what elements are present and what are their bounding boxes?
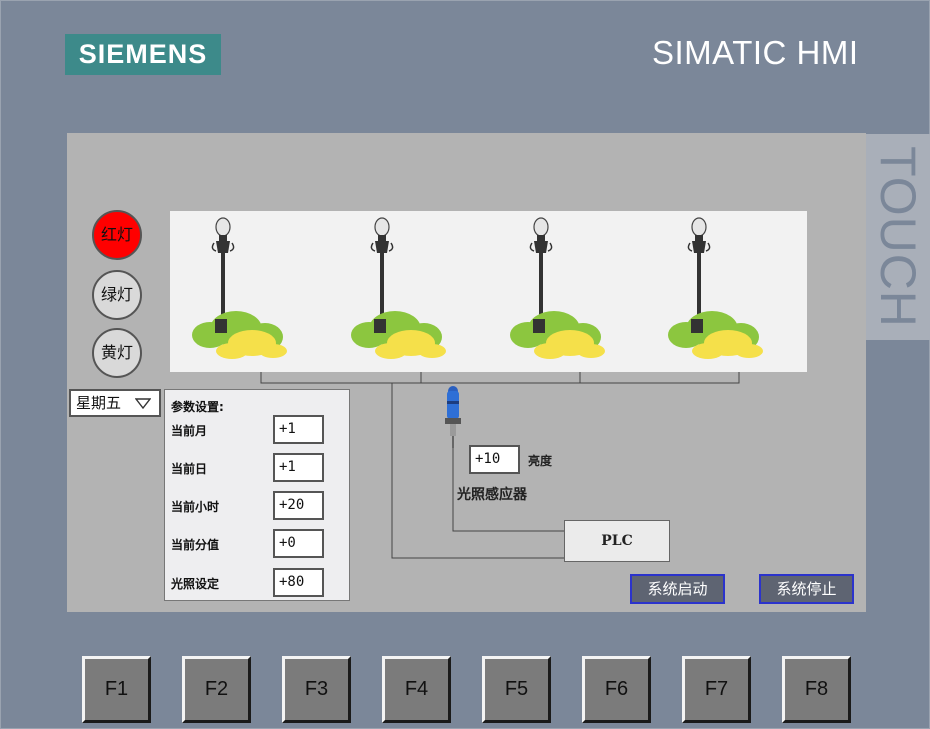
weekday-value: 星期五 bbox=[76, 394, 122, 412]
f4-key[interactable]: F4 bbox=[382, 656, 451, 723]
siemens-logo: SIEMENS bbox=[65, 34, 221, 75]
param-field-light[interactable]: +80 bbox=[273, 568, 324, 597]
yellow-lamp-button[interactable]: 黄灯 bbox=[92, 328, 142, 378]
f2-key[interactable]: F2 bbox=[182, 656, 251, 723]
system-start-button[interactable]: 系统启动 bbox=[630, 574, 725, 604]
plc-box: PLC bbox=[564, 520, 670, 562]
touch-label-panel: TOUCH bbox=[866, 134, 930, 340]
param-field-hour[interactable]: +20 bbox=[273, 491, 324, 520]
system-stop-button[interactable]: 系统停止 bbox=[759, 574, 854, 604]
param-label-light: 光照设定 bbox=[171, 577, 220, 591]
params-title: 参数设置: bbox=[171, 400, 224, 414]
streetlight-scene bbox=[170, 211, 807, 372]
param-label-hour: 当前小时 bbox=[171, 500, 220, 514]
streetlight-3 bbox=[509, 217, 606, 360]
streetlights-illustration bbox=[191, 217, 764, 360]
hmi-screen: 红灯 绿灯 黄灯 星期五 参数设置: 当前月 +1 当前日 +1 当前小时 +2… bbox=[67, 133, 866, 612]
streetlight-4 bbox=[667, 217, 764, 360]
chevron-down-icon bbox=[135, 398, 151, 409]
red-lamp-button[interactable]: 红灯 bbox=[92, 210, 142, 260]
light-sensor-icon bbox=[445, 386, 461, 448]
brightness-field[interactable]: +10 bbox=[469, 445, 520, 474]
param-label-month: 当前月 bbox=[171, 424, 208, 438]
param-field-day[interactable]: +1 bbox=[273, 453, 324, 482]
brightness-label: 亮度 bbox=[528, 454, 553, 468]
touch-label: TOUCH bbox=[870, 146, 926, 328]
f6-key[interactable]: F6 bbox=[582, 656, 651, 723]
weekday-dropdown[interactable]: 星期五 bbox=[69, 389, 161, 417]
streetlight-2 bbox=[350, 217, 447, 360]
f5-key[interactable]: F5 bbox=[482, 656, 551, 723]
streetlight-1 bbox=[191, 217, 288, 360]
green-lamp-button[interactable]: 绿灯 bbox=[92, 270, 142, 320]
f7-key[interactable]: F7 bbox=[682, 656, 751, 723]
f3-key[interactable]: F3 bbox=[282, 656, 351, 723]
param-field-minute[interactable]: +0 bbox=[273, 529, 324, 558]
f8-key[interactable]: F8 bbox=[782, 656, 851, 723]
parameter-panel: 参数设置: 当前月 +1 当前日 +1 当前小时 +20 当前分值 +0 光照设… bbox=[164, 389, 350, 601]
param-label-minute: 当前分值 bbox=[171, 538, 220, 552]
param-label-day: 当前日 bbox=[171, 462, 208, 476]
f1-key[interactable]: F1 bbox=[82, 656, 151, 723]
param-field-month[interactable]: +1 bbox=[273, 415, 324, 444]
sensor-label: 光照感应器 bbox=[457, 487, 527, 503]
brand-title: SIMATIC HMI bbox=[652, 34, 859, 71]
